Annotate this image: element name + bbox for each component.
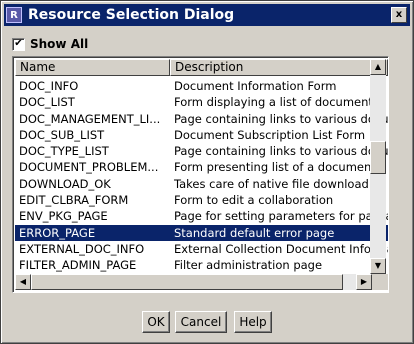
table-row[interactable]: DOC_MANAGEMENT_LI... Page containing link… [15,111,388,127]
row-description-cell: Standard default error page [174,225,335,240]
resource-selection-dialog: R Resource Selection Dialog x ✔ Show All… [0,0,414,344]
table-row[interactable]: EDIT_CLBRA_FORM Form to edit a collaborat… [15,192,388,208]
table-row[interactable]: DOC_LIST Form displaying a list of docume… [15,94,388,110]
row-name-cell: DOC_TYPE_LIST [19,144,109,159]
help-button[interactable]: Help [234,311,272,333]
row-description-cell: Page containing links to various docum [174,111,388,126]
table-row[interactable]: FILTER_ADMIN_PAGE Filter administration p… [15,257,388,273]
row-description-cell: Takes care of native file download [174,176,369,191]
scroll-left-arrow-icon[interactable]: ◀ [15,274,31,290]
row-description-cell: Form presenting list of a document's pr [174,160,388,175]
title-bar[interactable]: R Resource Selection Dialog x [4,4,410,26]
app-icon: R [6,7,22,23]
dialog-buttons: OK Cancel Help [1,311,414,333]
row-name-cell: DOC_MANAGEMENT_LI... [19,111,161,126]
scroll-up-arrow-icon[interactable]: ▲ [370,59,386,75]
row-description-cell: Filter administration page [174,258,323,273]
row-name-cell: FILTER_ADMIN_PAGE [19,258,137,273]
vertical-scrollbar[interactable]: ▲ ▼ [370,59,386,274]
row-name-cell: DOC_LIST [19,95,75,110]
ok-button[interactable]: OK [142,311,170,333]
row-description-cell: Page for setting parameters for packag [174,209,388,224]
table-row[interactable]: ENV_PKG_PAGE Page for setting parameters … [15,208,388,224]
row-name-cell: ENV_PKG_PAGE [19,209,108,224]
table-row[interactable]: EXTERNAL_DOC_INFO External Collection Doc… [15,241,388,257]
horizontal-scroll-thumb[interactable] [31,274,343,290]
horizontal-scrollbar[interactable]: ◀ ▶ [15,274,388,290]
scrollbar-corner [372,274,388,290]
scroll-down-arrow-icon[interactable]: ▼ [370,258,386,274]
column-header-name[interactable]: Name [15,59,170,76]
row-name-cell: EXTERNAL_DOC_INFO [19,241,145,256]
table-row[interactable]: ERROR_PAGE Standard default error page [15,224,388,241]
row-description-cell: Page containing links to various docum [174,144,388,159]
cancel-button[interactable]: Cancel [175,311,227,333]
row-description-cell: Form to edit a collaboration [174,193,334,208]
vertical-scroll-thumb[interactable] [370,141,386,174]
show-all-label: Show All [30,37,89,51]
row-name-cell: DOC_SUB_LIST [19,127,105,142]
row-name-cell: DOC_INFO [19,79,79,93]
table-row[interactable]: DOC_SUB_LIST Document Subscription List F… [15,127,388,143]
table-row[interactable]: DOC_TYPE_LIST Page containing links to va… [15,143,388,159]
table-row[interactable]: DOC_INFO Document Information Form [15,78,388,94]
list-rows: DOC_INFO Document Information Form DOC_LIS… [15,78,388,274]
close-button[interactable]: x [391,7,407,23]
row-description-cell: Document Subscription List Form [174,127,366,142]
show-all-checkbox[interactable]: ✔ [12,37,25,51]
row-description-cell: External Collection Document Informatio [174,241,388,256]
row-name-cell: DOWNLOAD_OK [19,176,111,191]
window-title: Resource Selection Dialog [28,7,235,23]
table-row[interactable]: DOCUMENT_PROBLEM... Form presenting list … [15,159,388,175]
list-header: Name Description [15,59,388,76]
show-all-option[interactable]: ✔ Show All [12,37,88,51]
table-row[interactable]: DOWNLOAD_OK Takes care of native file dow… [15,176,388,192]
row-name-cell: ERROR_PAGE [19,225,96,240]
row-name-cell: EDIT_CLBRA_FORM [19,193,129,208]
row-name-cell: DOCUMENT_PROBLEM... [19,160,159,175]
scroll-right-arrow-icon[interactable]: ▶ [356,274,372,290]
row-description-cell: Form displaying a list of documents [174,95,379,110]
column-header-description[interactable]: Description [170,59,388,76]
row-description-cell: Document Information Form [174,79,337,93]
resource-list: Name Description DOC_INFO Document Inform… [12,56,389,293]
